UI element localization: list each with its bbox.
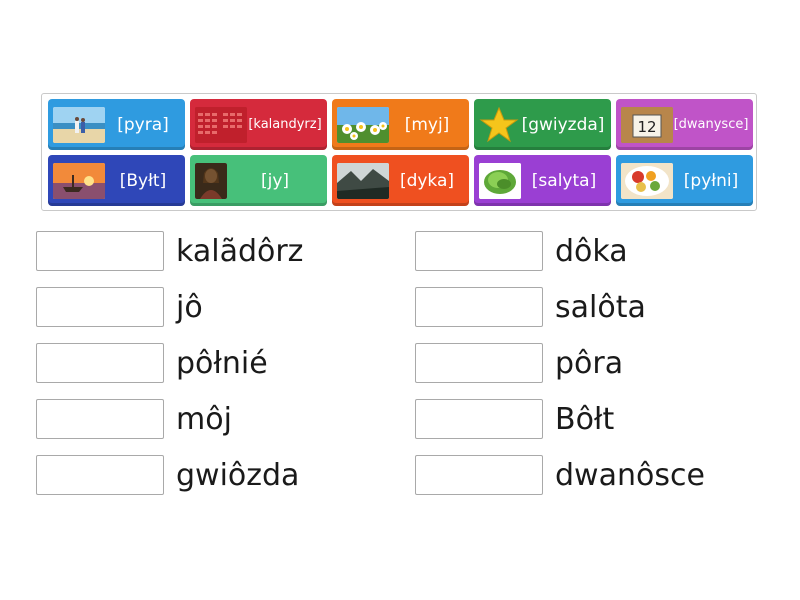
- target-word: gwiôzda: [176, 457, 300, 493]
- tile-salyta[interactable]: [salyta]: [474, 155, 611, 206]
- number-12-image: 12: [621, 106, 673, 143]
- drop-slot[interactable]: [415, 287, 543, 327]
- misty-valley-image: [337, 162, 389, 199]
- tile-label: [kalandyrz]: [248, 117, 322, 132]
- target-row: kalãdôrz: [36, 231, 303, 271]
- target-word: pôłnié: [176, 345, 268, 381]
- drop-slot[interactable]: [415, 399, 543, 439]
- tile-gwiyzda[interactable]: [gwiyzda]: [474, 99, 611, 150]
- target-row: pôra: [415, 343, 623, 383]
- tile-kalandyrz[interactable]: [kalandyrz]: [190, 99, 327, 150]
- drop-slot[interactable]: [415, 455, 543, 495]
- tile-label: [salyta]: [531, 170, 597, 191]
- tile-pyra[interactable]: [pyra]: [48, 99, 185, 150]
- svg-text:12: 12: [637, 118, 656, 136]
- drop-slot[interactable]: [36, 455, 164, 495]
- daisies-image: [337, 106, 389, 143]
- tile-label: [dyka]: [399, 170, 455, 191]
- target-word: jô: [176, 289, 203, 325]
- star-image: [479, 106, 519, 143]
- tile-pylni[interactable]: [pyłni]: [616, 155, 753, 206]
- calendar-image: [195, 106, 247, 143]
- tile-dwanysce[interactable]: 12 [dwanysce]: [616, 99, 753, 150]
- target-row: môj: [36, 399, 232, 439]
- tile-bank: [pyra] [kalandyrz] [myj] [gwiyzda] 12 [d…: [41, 93, 757, 211]
- tile-label: [Byłt]: [119, 170, 167, 191]
- target-row: pôłnié: [36, 343, 268, 383]
- tile-label: [pyłni]: [683, 170, 739, 191]
- tile-myj[interactable]: [myj]: [332, 99, 469, 150]
- tile-bylt[interactable]: [Byłt]: [48, 155, 185, 206]
- target-row: gwiôzda: [36, 455, 299, 495]
- target-row: dôka: [415, 231, 628, 271]
- target-word: dwanôsce: [555, 457, 705, 493]
- target-word: dôka: [555, 233, 628, 269]
- tile-label: [gwiyzda]: [521, 114, 605, 135]
- drop-slot[interactable]: [36, 287, 164, 327]
- target-row: dwanôsce: [415, 455, 705, 495]
- target-word: pôra: [555, 345, 624, 381]
- target-row: Bôłt: [415, 399, 614, 439]
- target-word: môj: [176, 401, 232, 437]
- drop-slot[interactable]: [36, 343, 164, 383]
- target-word: salôta: [555, 289, 646, 325]
- food-plate-image: [621, 162, 673, 199]
- lettuce-image: [479, 162, 521, 199]
- portrait-painting-image: [195, 162, 227, 199]
- tile-label: [jy]: [260, 170, 290, 191]
- drop-slot[interactable]: [36, 399, 164, 439]
- beach-couple-image: [53, 106, 105, 143]
- tile-label: [dwanysce]: [673, 117, 749, 132]
- sunset-boat-image: [53, 162, 105, 199]
- target-row: salôta: [415, 287, 646, 327]
- target-word: kalãdôrz: [176, 233, 304, 269]
- target-row: jô: [36, 287, 203, 327]
- tile-label: [myj]: [404, 114, 450, 135]
- drop-slot[interactable]: [415, 343, 543, 383]
- drop-slot[interactable]: [415, 231, 543, 271]
- target-word: Bôłt: [555, 401, 615, 437]
- tile-dyka[interactable]: [dyka]: [332, 155, 469, 206]
- tile-label: [pyra]: [117, 114, 169, 135]
- drop-slot[interactable]: [36, 231, 164, 271]
- tile-jy[interactable]: [jy]: [190, 155, 327, 206]
